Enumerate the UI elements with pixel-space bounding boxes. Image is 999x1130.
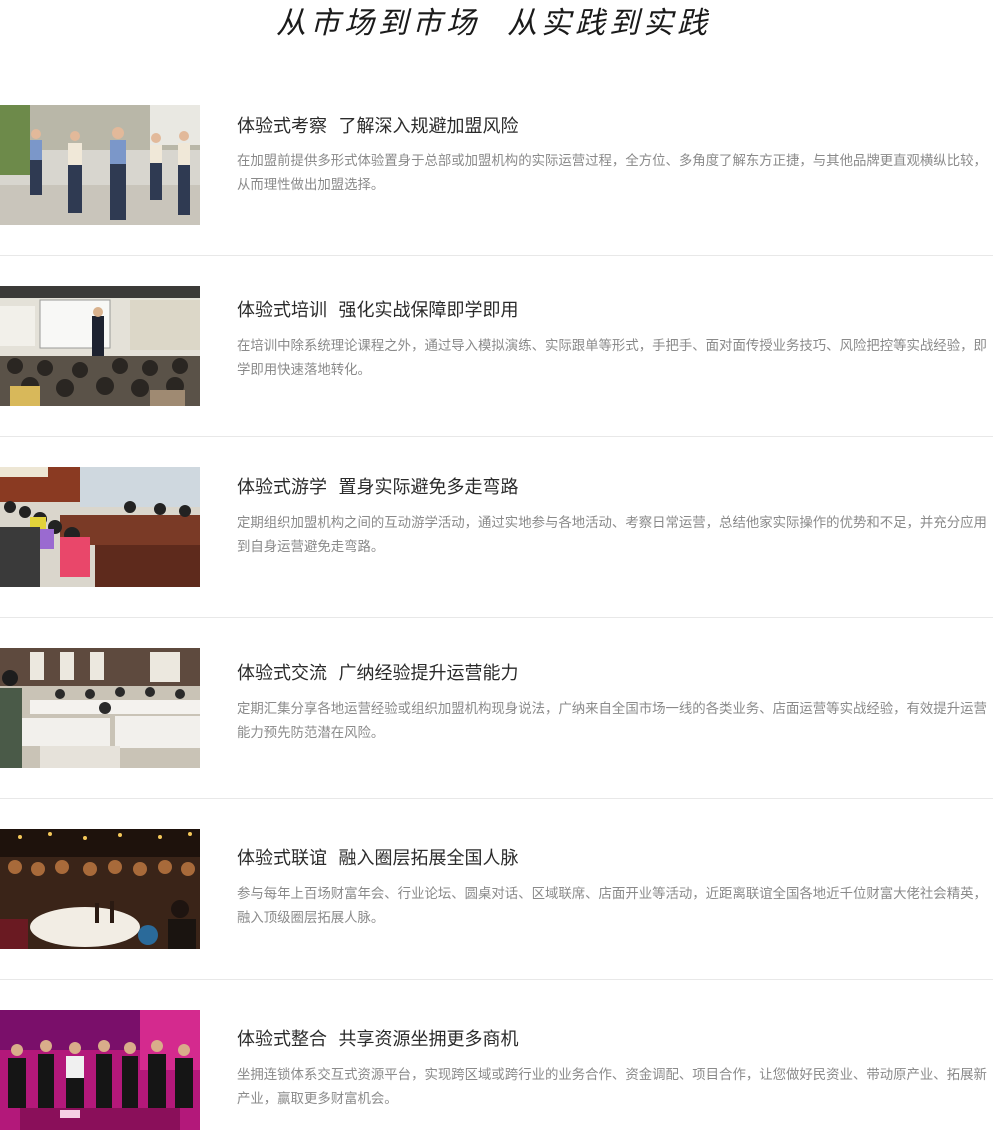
item-title: 体验式培训 强化实战保障即学即用 [237,300,519,321]
item-title: 体验式交流 广纳经验提升运营能力 [237,663,519,684]
list-item: 体验式联谊 融入圈层拓展全国人脉 参与每年上百场财富年会、行业论坛、圆桌对话、区… [0,799,993,980]
item-title: 体验式游学 置身实际避免多走弯路 [237,477,519,498]
item-description: 参与每年上百场财富年会、行业论坛、圆桌对话、区域联席、店面开业等活动，近距离联谊… [237,887,987,926]
item-title: 体验式考察 了解深入规避加盟风险 [237,116,519,137]
item-description: 在加盟前提供多形式体验置身于总部或加盟机构的实际运营过程，全方位、多角度了解东方… [237,154,987,193]
photo-study-tour-meeting [0,467,200,587]
list-item: 体验式游学 置身实际避免多走弯路 定期组织加盟机构之间的互动游学活动，通过实地参… [0,437,993,618]
photo-inspection-tour [0,105,200,225]
item-description: 坐拥连锁体系交互式资源平台，实现跨区域或跨行业的业务合作、资金调配、项目合作，让… [237,1068,987,1107]
item-description: 在培训中除系统理论课程之外，通过导入模拟演练、实际跟单等形式，手把手、面对面传授… [237,339,987,378]
slogan-heading: 从市场到市场 从实践到实践 [276,6,712,41]
list-item: 体验式交流 广纳经验提升运营能力 定期汇集分享各地运营经验或组织加盟机构现身说法… [0,618,993,799]
photo-exchange-seminar [0,648,200,768]
photo-integration-ceremony [0,1010,200,1130]
photo-networking-banquet [0,829,200,949]
photo-training-session [0,286,200,406]
page-banner: 从市场到市场 从实践到实践 [0,0,999,41]
item-title: 体验式联谊 融入圈层拓展全国人脉 [237,848,519,869]
item-description: 定期组织加盟机构之间的互动游学活动，通过实地参与各地活动、考察日常运营，总结他家… [237,516,987,555]
item-description: 定期汇集分享各地运营经验或组织加盟机构现身说法，广纳来自全国市场一线的各类业务、… [237,702,987,741]
list-item: 体验式考察 了解深入规避加盟风险 在加盟前提供多形式体验置身于总部或加盟机构的实… [0,75,993,256]
list-item: 体验式培训 强化实战保障即学即用 在培训中除系统理论课程之外，通过导入模拟演练、… [0,256,993,437]
list-item: 体验式整合 共享资源坐拥更多商机 坐拥连锁体系交互式资源平台，实现跨区域或跨行业… [0,980,993,1130]
item-title: 体验式整合 共享资源坐拥更多商机 [237,1029,519,1050]
